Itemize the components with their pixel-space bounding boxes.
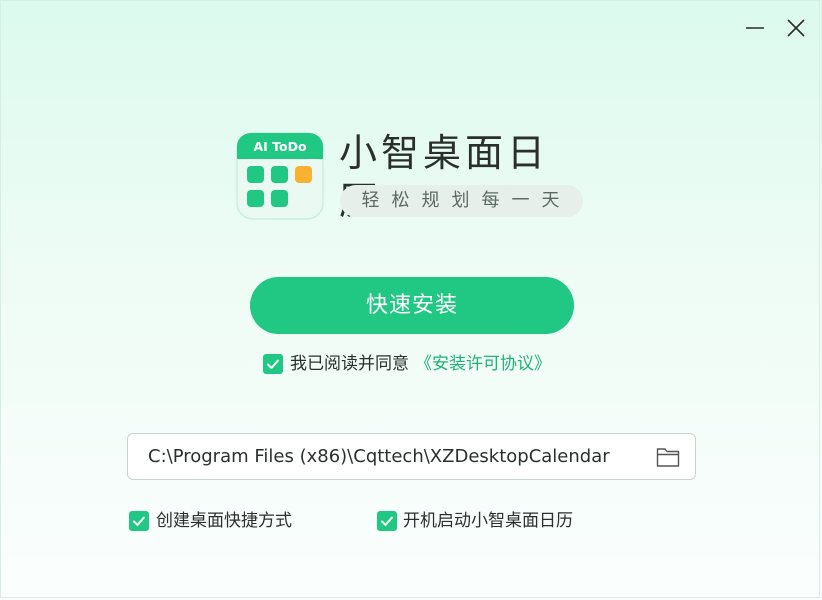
close-icon[interactable] [783, 15, 809, 41]
app-title: 小智桌面日历 [339, 131, 550, 223]
app-logo: AI ToDo [236, 132, 324, 220]
agreement-checkbox[interactable] [263, 354, 283, 374]
installer-window: AI ToDo 小智桌面日历 轻松规划每一天 快速安装 我已阅读并同意 《安装许… [0, 0, 820, 598]
autostart-checkbox[interactable] [377, 511, 397, 531]
license-agreement-link[interactable]: 《安装许可协议》 [415, 352, 551, 376]
autostart-label: 开机启动小智桌面日历 [403, 511, 573, 531]
app-slogan: 轻松规划每一天 [340, 185, 583, 217]
minimize-icon[interactable] [742, 15, 768, 41]
desktop-shortcut-label: 创建桌面快捷方式 [156, 511, 292, 531]
check-icon [381, 516, 393, 526]
quick-install-button[interactable]: 快速安装 [250, 277, 574, 334]
install-path-field [127, 433, 696, 480]
check-icon [133, 516, 145, 526]
folder-icon[interactable] [656, 446, 680, 468]
check-icon [267, 359, 279, 369]
agreement-text: 我已阅读并同意 [290, 354, 409, 374]
install-path-input[interactable] [148, 434, 638, 479]
logo-badge-text: AI ToDo [253, 139, 307, 154]
desktop-shortcut-checkbox[interactable] [129, 511, 149, 531]
